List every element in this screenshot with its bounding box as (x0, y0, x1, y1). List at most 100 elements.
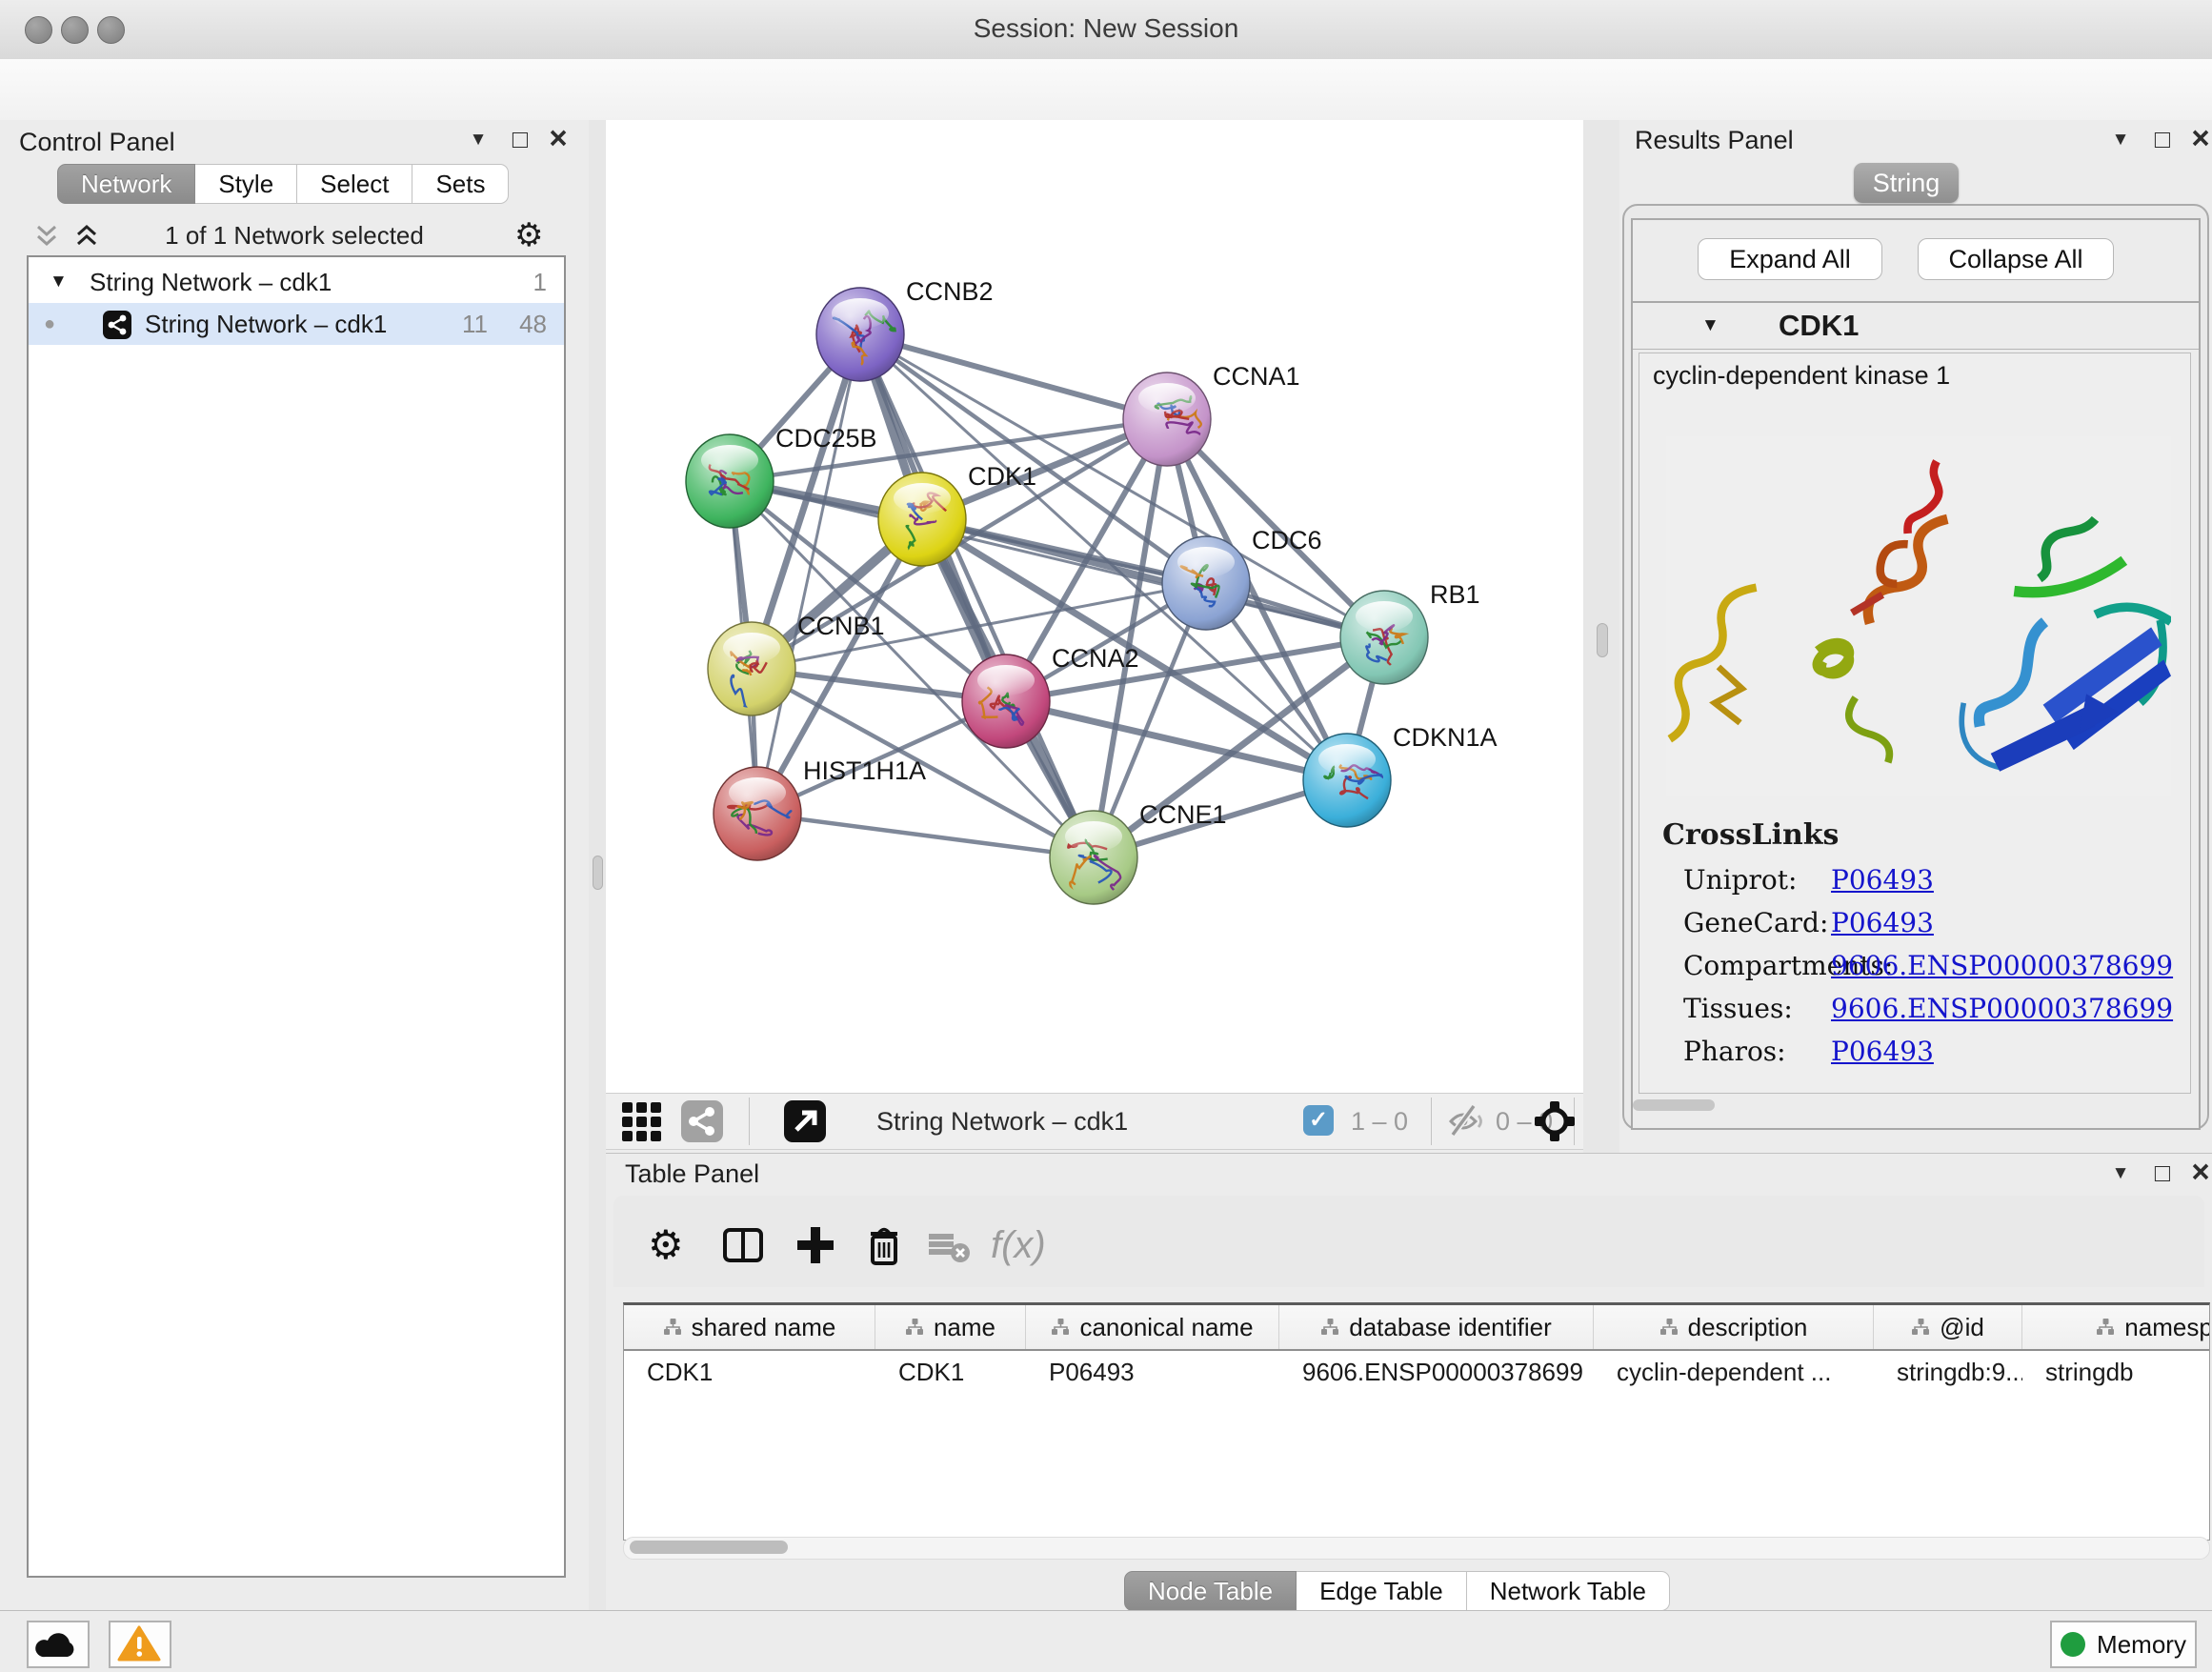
node-label-CCNA1: CCNA1 (1213, 362, 1300, 391)
memory-button[interactable]: Memory (2050, 1621, 2197, 1668)
close-panel-icon[interactable]: × (541, 120, 575, 158)
function-builder-icon: f(x) (991, 1222, 1036, 1268)
network-current-dot: ● (44, 303, 55, 345)
float-panel-icon[interactable]: □ (2145, 120, 2180, 158)
table-options-gear-icon[interactable]: ⚙ (648, 1222, 694, 1268)
gene-entry-body: cyclin-dependent kinase 1 (1639, 353, 2191, 1094)
close-panel-icon[interactable]: × (2183, 1154, 2212, 1192)
share-network-icon[interactable] (681, 1100, 723, 1147)
window-title: Session: New Session (0, 0, 2212, 57)
gene-description: cyclin-dependent kinase 1 (1653, 361, 1950, 391)
column-header-canonical-name[interactable]: canonical name (1026, 1305, 1279, 1349)
crosslink-label: Pharos: (1683, 1030, 1786, 1073)
selected-count: 1 – 0 (1351, 1100, 1408, 1142)
table-cell: stringdb:9... (1874, 1351, 2022, 1393)
tab-edge-table[interactable]: Edge Table (1297, 1571, 1467, 1611)
delete-column-icon[interactable] (861, 1222, 907, 1268)
node-table-body: CDK1CDK1P064939606.ENSP00000378699cyclin… (624, 1351, 2209, 1393)
open-in-window-icon[interactable] (784, 1100, 826, 1147)
birds-eye-view-icon[interactable] (1534, 1100, 1576, 1147)
crosslink-label: Tissues: (1683, 987, 1793, 1030)
column-header-namespace[interactable]: namespace (2022, 1305, 2210, 1349)
network-options-gear-icon[interactable]: ⚙ (514, 214, 543, 256)
results-hscrollbar-thumb[interactable] (1633, 1099, 1715, 1111)
table-panel: Table Panel ▼ □ × ⚙ f(x) shared namename… (606, 1153, 2212, 1611)
node-CCNE1[interactable] (1050, 811, 1137, 904)
results-panel: Results Panel ▼ □ × String Expand All Co… (1619, 120, 2212, 1153)
column-header-shared-name[interactable]: shared name (624, 1305, 875, 1349)
node-CDK1[interactable] (878, 473, 966, 566)
node-count: 11 (462, 303, 488, 345)
network-view-canvas[interactable]: CCNB2CCNA1CDC25BCDK1CDC6RB1CCNB1CCNA2CDK… (606, 120, 1583, 1093)
warning-icon (117, 1625, 161, 1662)
right-splitter[interactable] (1583, 120, 1619, 1153)
node-CDC6[interactable] (1162, 536, 1250, 630)
add-column-icon[interactable] (793, 1222, 838, 1268)
crosslink-link[interactable]: 9606.ENSP00000378699 (1831, 944, 2173, 987)
grid-view-icon[interactable] (620, 1100, 664, 1147)
node-CDC25B[interactable] (686, 434, 774, 528)
left-splitter-handle[interactable] (593, 856, 603, 890)
table-toolbar: ⚙ f(x) (613, 1196, 2204, 1287)
gene-entry-header[interactable]: ▼ CDK1 (1633, 303, 2199, 350)
node-label-CDC25B: CDC25B (775, 424, 877, 453)
network-collection-row[interactable]: ▼ String Network – cdk1 1 (29, 261, 564, 303)
table-hscrollbar[interactable] (623, 1537, 2210, 1560)
tab-network[interactable]: Network (57, 164, 195, 204)
entry-collapse-icon[interactable]: ▼ (1701, 303, 1719, 349)
collapse-panel-icon[interactable]: ▼ (2103, 120, 2138, 158)
table-row[interactable]: CDK1CDK1P064939606.ENSP00000378699cyclin… (624, 1351, 2210, 1393)
column-header-@id[interactable]: @id (1874, 1305, 2022, 1349)
string-network-graph[interactable]: CCNB2CCNA1CDC25BCDK1CDC6RB1CCNB1CCNA2CDK… (606, 120, 1583, 1093)
crosslink-link[interactable]: P06493 (1831, 901, 1934, 944)
table-panel-title: Table Panel (625, 1159, 759, 1189)
column-header-name[interactable]: name (875, 1305, 1026, 1349)
right-splitter-handle[interactable] (1597, 623, 1608, 657)
network-selection-status: 1 of 1 Network selected (0, 214, 589, 256)
node-RB1[interactable] (1340, 591, 1428, 684)
table-hscrollbar-thumb[interactable] (630, 1541, 788, 1554)
title-bar: Session: New Session (0, 0, 2212, 60)
cloud-icon (34, 1627, 80, 1660)
node-CCNA2[interactable] (962, 655, 1050, 748)
tab-node-table[interactable]: Node Table (1124, 1571, 1297, 1611)
column-header-database-identifier[interactable]: database identifier (1279, 1305, 1594, 1349)
expand-all-button[interactable]: Expand All (1698, 238, 1882, 280)
float-panel-icon[interactable]: □ (2145, 1154, 2180, 1192)
left-splitter[interactable] (589, 120, 606, 1610)
node-CCNA1[interactable] (1123, 373, 1211, 466)
network-row-selected[interactable]: ● String Network – cdk1 11 48 (29, 303, 564, 345)
tab-style[interactable]: Style (195, 164, 297, 204)
table-cell: CDK1 (875, 1351, 1026, 1393)
close-panel-icon[interactable]: × (2183, 120, 2212, 158)
collapse-panel-icon[interactable]: ▼ (461, 120, 495, 158)
tab-sets[interactable]: Sets (412, 164, 509, 204)
tab-select[interactable]: Select (297, 164, 412, 204)
crosslink-link[interactable]: 9606.ENSP00000378699 (1831, 987, 2173, 1030)
node-CCNB1[interactable] (708, 622, 795, 720)
tab-string[interactable]: String (1854, 163, 1959, 203)
warnings-button[interactable] (109, 1621, 171, 1668)
table-cell: 9606.ENSP00000378699 (1279, 1351, 1594, 1393)
footer-separator (1431, 1098, 1432, 1145)
node-HIST1H1A[interactable] (714, 767, 801, 860)
node-label-RB1: RB1 (1430, 580, 1480, 609)
crosslink-link[interactable]: P06493 (1831, 1030, 1934, 1073)
status-bar: Memory (0, 1610, 2212, 1672)
crosslink-row: GeneCard:P06493 (1639, 901, 2190, 944)
collection-count: 1 (533, 261, 547, 303)
tree-collapse-icon[interactable]: ▼ (50, 261, 68, 303)
tab-network-table[interactable]: Network Table (1467, 1571, 1670, 1611)
column-header-description[interactable]: description (1594, 1305, 1874, 1349)
table-cell: stringdb (2022, 1351, 2210, 1393)
show-columns-icon[interactable] (720, 1222, 766, 1268)
table-cell: cyclin-dependent ... (1594, 1351, 1874, 1393)
collapse-all-button[interactable]: Collapse All (1918, 238, 2114, 280)
node-CDKN1A[interactable] (1303, 734, 1394, 827)
selected-checkbox[interactable]: ✓ (1303, 1105, 1334, 1136)
float-panel-icon[interactable]: □ (503, 120, 537, 158)
crosslink-link[interactable]: P06493 (1831, 858, 1934, 901)
collapse-panel-icon[interactable]: ▼ (2103, 1154, 2138, 1192)
cloud-status-button[interactable] (27, 1621, 90, 1668)
memory-label: Memory (2097, 1630, 2186, 1660)
